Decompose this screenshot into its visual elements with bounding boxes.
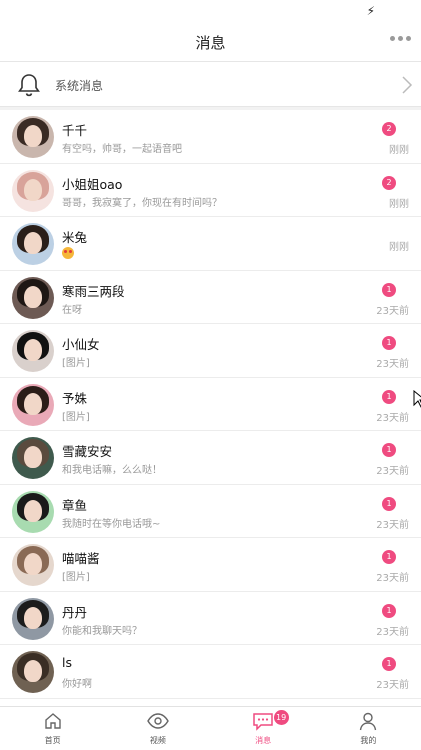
conversation-row[interactable]: 寒雨三两段在呀 1 23天前 [0,270,421,324]
unread-badge: 1 [382,389,396,404]
contact-name: 章鱼 [62,497,88,513]
timestamp: 刚刚 [389,145,409,156]
conversation-list: 千千 有空吗，帅哥，一起语音吧 2 刚刚 小姐姐oao 哥哥，我寂寞了，你现在有时间吗？ 2… [0,110,421,706]
timestamp: 23天前 [376,519,409,531]
page-title: 消息 [195,34,226,52]
conversation-row[interactable]: 雪藏安安和我电话嘛，么么哒！ 1 23天前 [0,431,421,485]
contact-name: 雪藏安安 [62,444,113,459]
chat-icon [253,713,273,731]
message-preview: 在呀 [62,304,82,316]
unread-badge: 1 [382,282,396,297]
unread-badge: 1 [382,550,396,564]
unread-badge: 1 [382,603,396,618]
message-preview: [图片] [62,358,90,369]
timestamp: 23天前 [376,573,409,584]
message-preview: 哥哥，我寂寞了，你现在有时间吗？ [62,197,222,209]
tab-home[interactable]: 首页 [0,707,105,750]
tab-messages[interactable]: 19 消息 [211,707,316,750]
contact-name: ls [62,655,72,670]
avatar[interactable] [12,490,54,533]
conversation-row[interactable]: 予姝 [图片] 1 23天前 [0,377,421,431]
timestamp: 23天前 [376,359,409,370]
tab-video[interactable]: 视频 [105,707,210,750]
tab-profile-label: 我的 [360,736,377,745]
bottom-tab-bar: 首页 视频 19 消息 我的 [0,706,421,750]
message-preview: 你能和我聊天吗？ [62,625,142,637]
unread-badge: 2 [382,175,396,190]
contact-name: 千千 [62,123,88,138]
unread-badge: 2 [382,122,396,136]
conversation-row[interactable]: 小姐姐oao 哥哥，我寂寞了，你现在有时间吗？ 2 刚刚 [0,163,421,217]
tab-profile[interactable]: 我的 [316,707,421,750]
message-preview [62,247,74,262]
message-preview: 有空吗，帅哥，一起语音吧 [62,144,182,155]
unread-badge: 1 [382,496,396,511]
timestamp: 刚刚 [389,198,409,210]
avatar[interactable] [12,116,54,158]
eye-icon [147,713,169,729]
timestamp: 23天前 [376,412,409,424]
conversation-row[interactable]: 米兔刚刚 [0,217,421,271]
timestamp: 23天前 [376,680,409,691]
avatar[interactable] [12,223,54,265]
conversation-row[interactable]: 章鱼我随时在等你电话哦~ 1 23天前 [0,484,421,538]
conversation-row[interactable]: 丹丹你能和我聊天吗？ 1 23天前 [0,591,421,645]
chevron-right-icon [402,76,413,94]
contact-name: 丹丹 [62,604,88,620]
message-preview: 我随时在等你电话哦~ [62,518,161,530]
timestamp: 23天前 [376,626,409,638]
unread-badge: 1 [382,336,396,350]
avatar[interactable] [12,651,54,693]
conversation-row[interactable]: 喵喵酱 [图片] 1 23天前 [0,538,421,592]
person-icon [360,712,377,731]
unread-badge: 1 [382,657,396,671]
avatar[interactable] [12,276,54,319]
avatar[interactable] [12,544,54,586]
charging-icon: ⚡ [366,4,375,18]
contact-name: 喵喵酱 [62,551,100,566]
conversation-row[interactable]: 千千有空吗，帅哥，一起语音吧 2 刚刚 [0,110,421,164]
tab-home-label: 首页 [44,736,61,745]
contact-name: 米兔 [62,230,88,245]
message-preview: [图片] [62,572,90,583]
more-menu-icon[interactable] [390,36,411,41]
contact-name: 寒雨三两段 [62,283,125,299]
conversation-row[interactable]: 小仙女 [图片] 1 23天前 [0,324,421,378]
avatar[interactable] [12,437,54,479]
mouse-cursor-icon [413,390,421,408]
avatar[interactable] [12,597,54,640]
status-bar: ⚡ [0,0,421,22]
avatar[interactable] [12,383,54,426]
emoji-icon [62,247,74,259]
avatar[interactable] [12,169,54,212]
unread-badge: 1 [382,443,396,457]
system-messages-label: 系统消息 [55,79,104,93]
avatar[interactable] [12,330,54,372]
tab-messages-badge: 19 [273,710,289,725]
timestamp: 23天前 [376,466,409,477]
home-icon [44,713,61,729]
contact-name: 予姝 [62,390,88,406]
tab-video-label: 视频 [149,736,166,745]
top-bar: 消息 [0,22,421,62]
message-preview: [图片] [62,411,90,423]
message-preview: 你好啊 [62,679,92,690]
message-preview: 和我电话嘛，么么哒！ [62,465,162,476]
timestamp: 23天前 [376,305,409,317]
contact-name: 小姐姐oao [62,176,123,192]
conversation-row[interactable]: ls 你好啊 1 23天前 [0,645,421,699]
bell-icon [18,74,40,97]
timestamp: 刚刚 [389,242,409,253]
system-messages-entry[interactable]: 系统消息 [0,63,421,107]
tab-messages-label: 消息 [255,736,272,745]
contact-name: 小仙女 [62,337,100,352]
